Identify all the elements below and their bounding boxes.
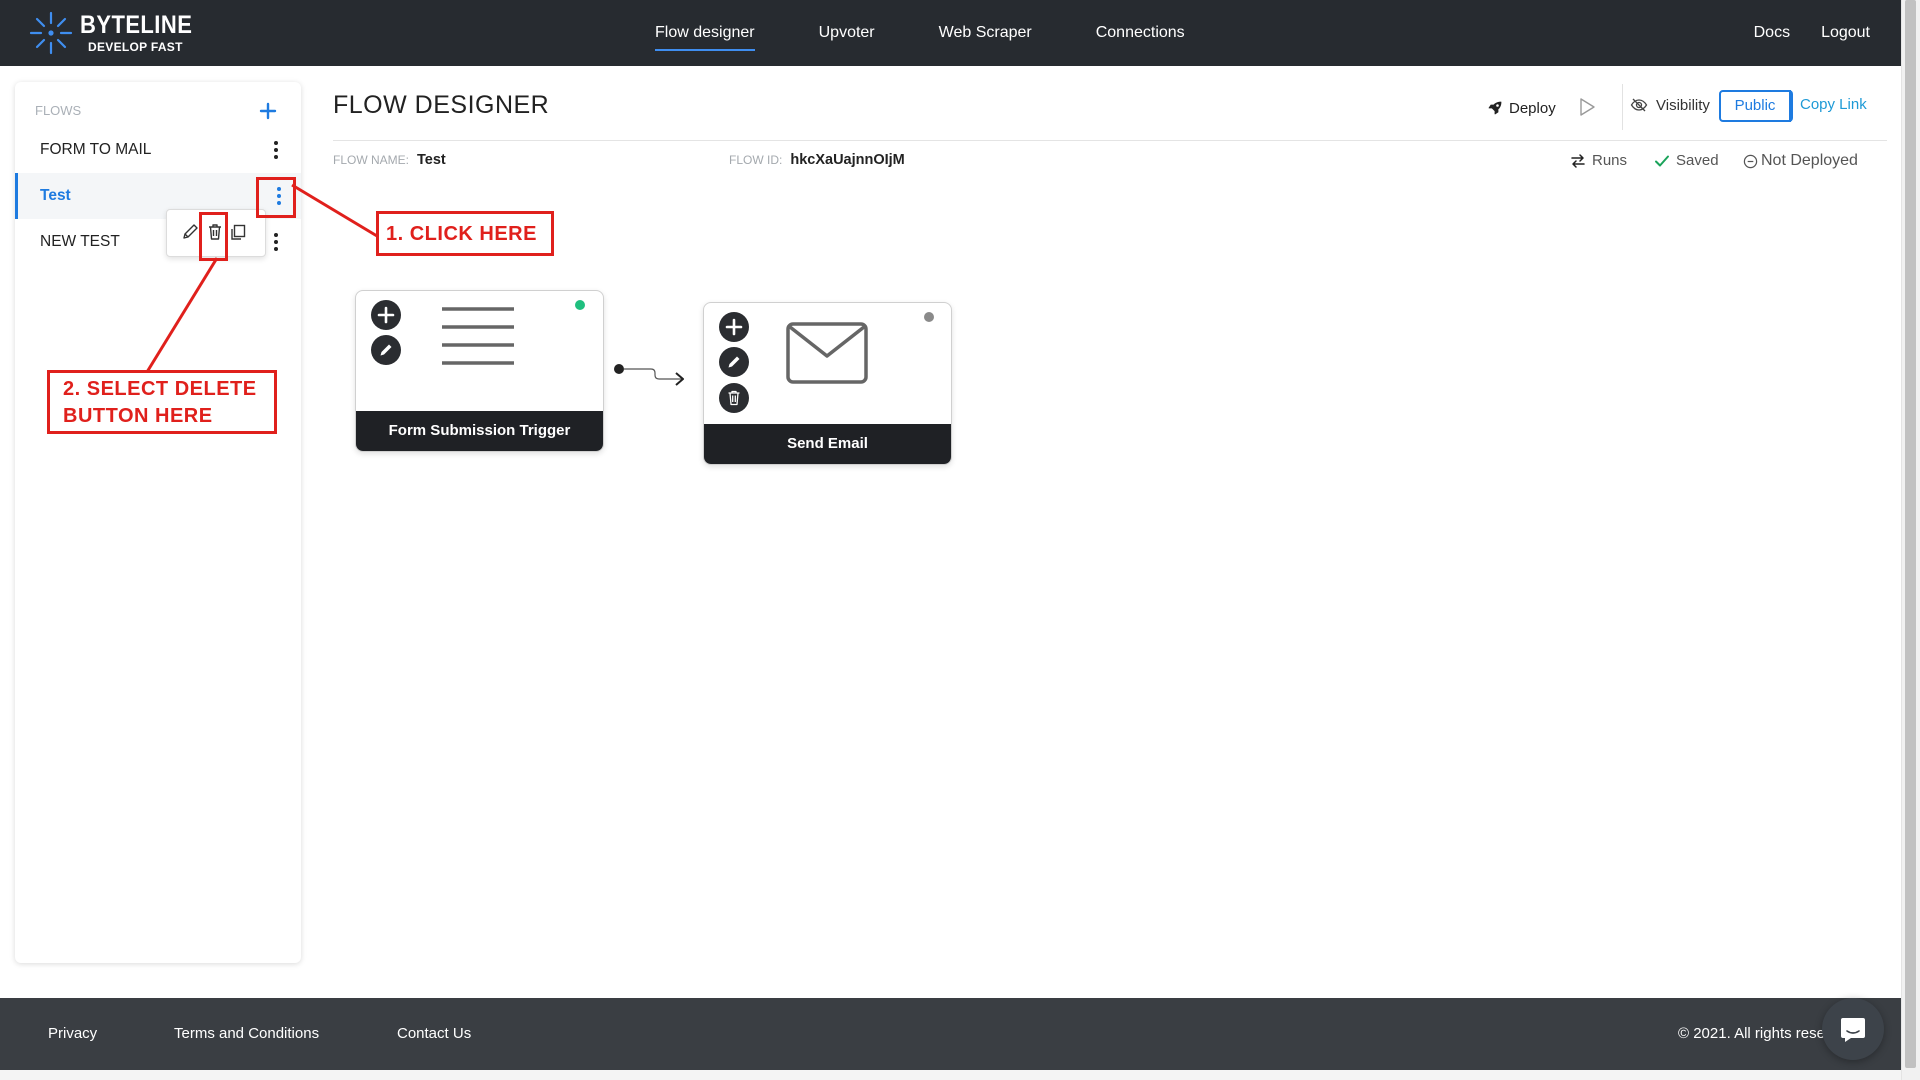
edit-node-button[interactable] xyxy=(371,335,401,365)
nav-web-scraper[interactable]: Web Scraper xyxy=(939,0,1032,66)
flow-item-label: Test xyxy=(40,187,71,204)
footer-contact-link[interactable]: Contact Us xyxy=(397,998,471,1070)
visibility-label: Visibility xyxy=(1656,96,1710,114)
rocket-icon xyxy=(1488,101,1502,115)
node-connector xyxy=(614,364,684,386)
flow-item-label: FORM TO MAIL xyxy=(40,141,152,158)
node-title: Send Email xyxy=(704,424,951,464)
brand-name: BYTELINE xyxy=(80,11,193,39)
nav-upvoter[interactable]: Upvoter xyxy=(819,0,875,66)
flow-item-form-to-mail[interactable]: FORM TO MAIL xyxy=(15,127,301,173)
flow-name-key: FLOW NAME: xyxy=(333,153,410,167)
annotation-step-2-line-1: 2. SELECT DELETE xyxy=(63,378,257,400)
main-nav: Flow designer Upvoter Web Scraper Connec… xyxy=(655,0,1249,66)
flow-id-value: hkcXaUajnnOIjM xyxy=(790,152,905,168)
chat-widget-button[interactable] xyxy=(1822,998,1884,1060)
flow-id-row: FLOW ID: hkcXaUajnnOIjM xyxy=(729,152,905,172)
swap-arrows-icon xyxy=(1571,153,1585,168)
saved-label: Saved xyxy=(1676,152,1719,169)
scrollbar-thumb[interactable] xyxy=(1905,0,1916,1068)
deploy-label: Deploy xyxy=(1509,99,1556,117)
nav-connections[interactable]: Connections xyxy=(1096,0,1185,66)
pencil-icon xyxy=(183,224,198,239)
deploy-status-label: Not Deployed xyxy=(1761,152,1858,169)
flow-name-value: Test xyxy=(417,152,446,168)
duplicate-flow-button[interactable] xyxy=(227,221,249,243)
add-node-button[interactable] xyxy=(719,312,749,342)
plus-circle-icon xyxy=(720,313,748,341)
deploy-status: Not Deployed xyxy=(1743,152,1858,170)
node-status-dot xyxy=(924,312,934,322)
copy-icon xyxy=(231,224,246,240)
pencil-circle-icon xyxy=(372,336,400,364)
saved-status: Saved xyxy=(1654,152,1719,169)
header-divider xyxy=(333,140,1887,141)
nav-right: Docs Logout xyxy=(1723,0,1870,66)
play-icon xyxy=(1580,98,1595,116)
flow-id-key: FLOW ID: xyxy=(729,153,783,167)
runs-label: Runs xyxy=(1592,152,1628,169)
node-status-dot xyxy=(575,300,585,310)
delete-node-button[interactable] xyxy=(719,383,749,413)
public-button[interactable]: Public xyxy=(1719,90,1791,122)
add-node-button[interactable] xyxy=(371,300,401,330)
pencil-circle-icon xyxy=(720,348,748,376)
flow-node-send-email[interactable]: Send Email xyxy=(703,302,952,465)
eye-off-icon xyxy=(1630,98,1648,112)
top-navbar: BYTELINE DEVELOP FAST Flow designer Upvo… xyxy=(0,0,1902,66)
visibility-toggle[interactable]: Visibility xyxy=(1630,96,1710,114)
annotation-highlight-delete xyxy=(199,212,228,261)
flow-name-row: FLOW NAME: Test xyxy=(333,152,446,172)
edit-flow-button[interactable] xyxy=(179,221,201,243)
annotation-highlight-kebab xyxy=(256,177,296,218)
bottom-strip xyxy=(0,1070,1902,1080)
form-lines-icon xyxy=(442,307,514,365)
toolbar-divider xyxy=(1622,84,1623,130)
flows-title: FLOWS xyxy=(35,103,82,118)
node-title: Form Submission Trigger xyxy=(356,411,603,451)
annotation-step-2: 2. SELECT DELETE BUTTON HERE xyxy=(47,370,277,434)
byteline-logo[interactable]: BYTELINE DEVELOP FAST xyxy=(28,10,208,56)
page-scrollbar[interactable] xyxy=(1901,0,1920,1080)
runs-button[interactable]: Runs xyxy=(1570,152,1627,169)
nav-flow-designer[interactable]: Flow designer xyxy=(655,0,755,66)
flow-node-form-trigger[interactable]: Form Submission Trigger xyxy=(355,290,604,452)
plus-icon xyxy=(259,102,277,120)
flow-item-label: NEW TEST xyxy=(40,233,120,250)
plus-circle-icon xyxy=(372,301,400,329)
chat-icon xyxy=(1841,1018,1865,1042)
envelope-icon xyxy=(786,322,868,384)
minus-circle-icon xyxy=(1743,154,1758,168)
footer-terms-link[interactable]: Terms and Conditions xyxy=(174,998,319,1070)
checkmark-icon xyxy=(1655,155,1669,166)
trash-circle-icon xyxy=(720,384,748,412)
kebab-menu-icon[interactable] xyxy=(269,138,283,162)
copy-link-button[interactable]: Copy Link xyxy=(1800,96,1867,113)
page-title: FLOW DESIGNER xyxy=(333,91,550,119)
flows-header: FLOWS xyxy=(35,96,281,126)
deploy-button[interactable]: Deploy xyxy=(1487,96,1556,120)
logo-burst-icon xyxy=(29,11,73,55)
nav-docs[interactable]: Docs xyxy=(1754,0,1790,66)
kebab-menu-icon[interactable] xyxy=(269,230,283,254)
annotation-step-1: 1. CLICK HERE xyxy=(376,211,554,256)
brand-tagline: DEVELOP FAST xyxy=(88,40,183,54)
footer-privacy-link[interactable]: Privacy xyxy=(48,998,97,1070)
nav-logout[interactable]: Logout xyxy=(1821,0,1870,66)
page-footer: Privacy Terms and Conditions Contact Us … xyxy=(0,998,1902,1070)
annotation-step-2-line-2: BUTTON HERE xyxy=(63,405,213,427)
edit-node-button[interactable] xyxy=(719,347,749,377)
run-button[interactable] xyxy=(1578,97,1596,117)
add-flow-button[interactable] xyxy=(255,98,281,124)
